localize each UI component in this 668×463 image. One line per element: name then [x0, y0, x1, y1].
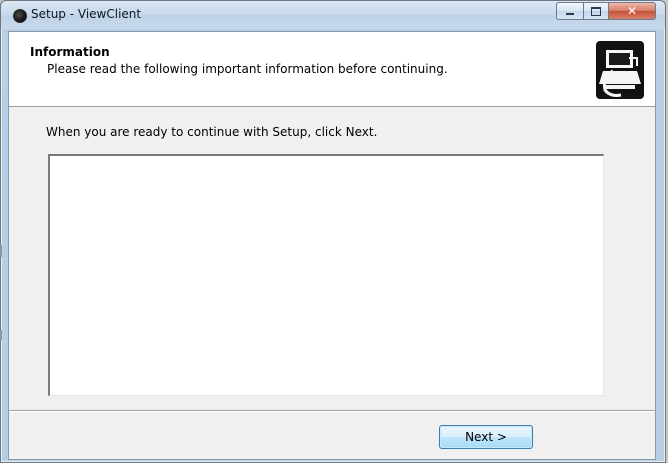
- instruction-text: When you are ready to continue with Setu…: [46, 125, 378, 139]
- maximize-button[interactable]: [583, 2, 609, 20]
- window-title: Setup - ViewClient: [31, 7, 142, 21]
- next-button[interactable]: Next >: [439, 425, 533, 449]
- minimize-icon: [566, 12, 574, 15]
- information-textbox[interactable]: [48, 154, 604, 396]
- minimize-button[interactable]: [556, 2, 583, 20]
- footer-divider: [9, 410, 655, 412]
- setup-window: Setup - ViewClient ✕ Information Please …: [0, 0, 666, 463]
- close-icon: ✕: [626, 4, 638, 18]
- page-title: Information: [30, 45, 110, 59]
- wizard-header: Information Please read the following im…: [9, 32, 655, 107]
- close-button[interactable]: ✕: [609, 2, 656, 20]
- window-edge-mark: [0, 245, 2, 257]
- window-edge-mark: [0, 330, 2, 340]
- setup-computer-icon: [596, 41, 644, 99]
- app-icon: [13, 9, 27, 23]
- page-subtitle: Please read the following important info…: [47, 62, 448, 76]
- maximize-icon: [591, 6, 601, 16]
- title-bar[interactable]: Setup - ViewClient ✕: [1, 1, 665, 29]
- wizard-client-area: Information Please read the following im…: [8, 31, 656, 460]
